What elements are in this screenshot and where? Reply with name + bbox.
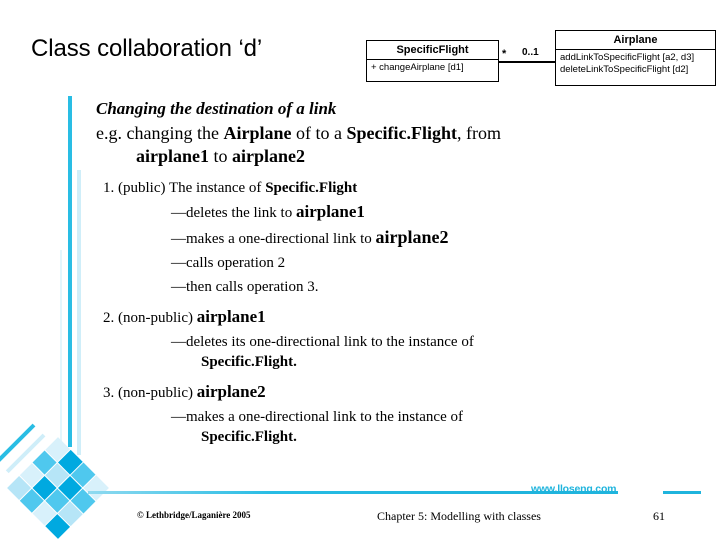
dash-text: —deletes the link to <box>171 205 296 221</box>
body-lead-line-1: e.g. changing the Airplane of to a Speci… <box>96 122 691 145</box>
item-number: 1. (public) <box>103 180 169 196</box>
dash-text: —calls operation 2 <box>171 255 286 271</box>
uml-operation: + changeAirplane [d1] <box>371 62 464 73</box>
body-heading: Changing the destination of a link <box>96 99 337 118</box>
footer-rule-right-segment <box>663 491 701 494</box>
item-subject-plain: The instance of <box>168 180 266 196</box>
uml-class-airplane: Airplane addLinkToSpecificFlight [a2, d3… <box>555 30 716 86</box>
item-number: 3. (non-public) <box>103 385 197 401</box>
list-item-2-dash-1: —deletes its one-directional link to the… <box>171 332 676 372</box>
uml-operations-specificflight: + changeAirplane [d1] <box>367 60 498 76</box>
dash-class-ref: Specific.Flight. <box>201 354 297 370</box>
dash-text: —then calls operation 3. <box>171 279 319 295</box>
dash-class-ref: Specific.Flight. <box>201 429 297 445</box>
uml-class-name-specificflight: SpecificFlight <box>367 41 498 60</box>
uml-multiplicity-right: 0..1 <box>522 47 539 58</box>
decorative-rail-pale <box>77 170 81 455</box>
uml-operation: deleteLinkToSpecificFlight [d2] <box>560 63 689 75</box>
decorative-rail-main-foot <box>68 443 72 447</box>
lead-text-e: , from <box>456 123 501 143</box>
uml-class-diagram: SpecificFlight + changeAirplane [d1] * 0… <box>366 30 716 92</box>
lead-object-airplane1: airplane1 <box>136 146 210 166</box>
uml-operations-airplane: addLinkToSpecificFlight [a2, d3] deleteL… <box>556 50 715 77</box>
item-subject-bold: Specific.Flight <box>265 180 358 196</box>
dash-text: —deletes its one-directional link to the… <box>171 334 474 350</box>
list-item-1-dash-3: —calls operation 2 <box>171 253 696 273</box>
decorative-rail-main <box>68 96 72 447</box>
list-item-3: 3. (non-public) airplane2 <box>103 382 696 403</box>
item-subject-bold: airplane2 <box>196 382 266 401</box>
uml-multiplicity-left: * <box>502 48 507 60</box>
dash-object: airplane1 <box>295 202 365 221</box>
lead-text-c: of to a <box>291 123 347 143</box>
footer-chapter-title: Chapter 5: Modelling with classes <box>377 509 541 523</box>
footer-copyright: © Lethbridge/Laganière 2005 <box>137 510 251 520</box>
footer-url[interactable]: www.lloseng.com <box>531 483 616 495</box>
body-lead-line-2: airplane1 to airplane2 <box>136 145 696 168</box>
slide-canvas: Class collaboration ‘d’ SpecificFlight +… <box>0 0 720 540</box>
item-number: 2. (non-public) <box>103 310 197 326</box>
page-title: Class collaboration ‘d’ <box>31 35 263 62</box>
slide-body: Changing the destination of a link e.g. … <box>96 98 696 447</box>
uml-class-specificflight: SpecificFlight + changeAirplane [d1] <box>366 40 499 82</box>
lead-class-airplane: Airplane <box>223 123 292 143</box>
list-item-2: 2. (non-public) airplane1 <box>103 307 696 328</box>
lead-class-specificflight: Specific.Flight <box>346 123 457 143</box>
list-item-1-dash-4: —then calls operation 3. <box>171 277 696 297</box>
dash-object: airplane2 <box>375 227 449 247</box>
list-item-1-dash-1: —deletes the link to airplane1 <box>171 202 696 223</box>
list-item-1: 1. (public) The instance of Specific.Fli… <box>103 178 696 198</box>
dash-text: —makes a one-directional link to the ins… <box>171 409 463 425</box>
uml-class-name-airplane: Airplane <box>556 31 715 50</box>
footer-page-number: 61 <box>653 509 665 523</box>
decorative-rail-thin <box>60 250 62 450</box>
uml-association-line <box>499 61 555 63</box>
dash-text: —makes a one-directional link to <box>171 231 376 247</box>
lead-text-to: to <box>209 146 233 166</box>
uml-operation: addLinkToSpecificFlight [a2, d3] <box>560 52 695 63</box>
list-item-3-dash-1: —makes a one-directional link to the ins… <box>171 407 676 447</box>
lead-object-airplane2: airplane2 <box>232 146 306 166</box>
list-item-1-dash-2: —makes a one-directional link to airplan… <box>171 227 696 249</box>
item-subject-bold: airplane1 <box>196 307 266 326</box>
lead-text-a: e.g. changing the <box>96 123 224 143</box>
